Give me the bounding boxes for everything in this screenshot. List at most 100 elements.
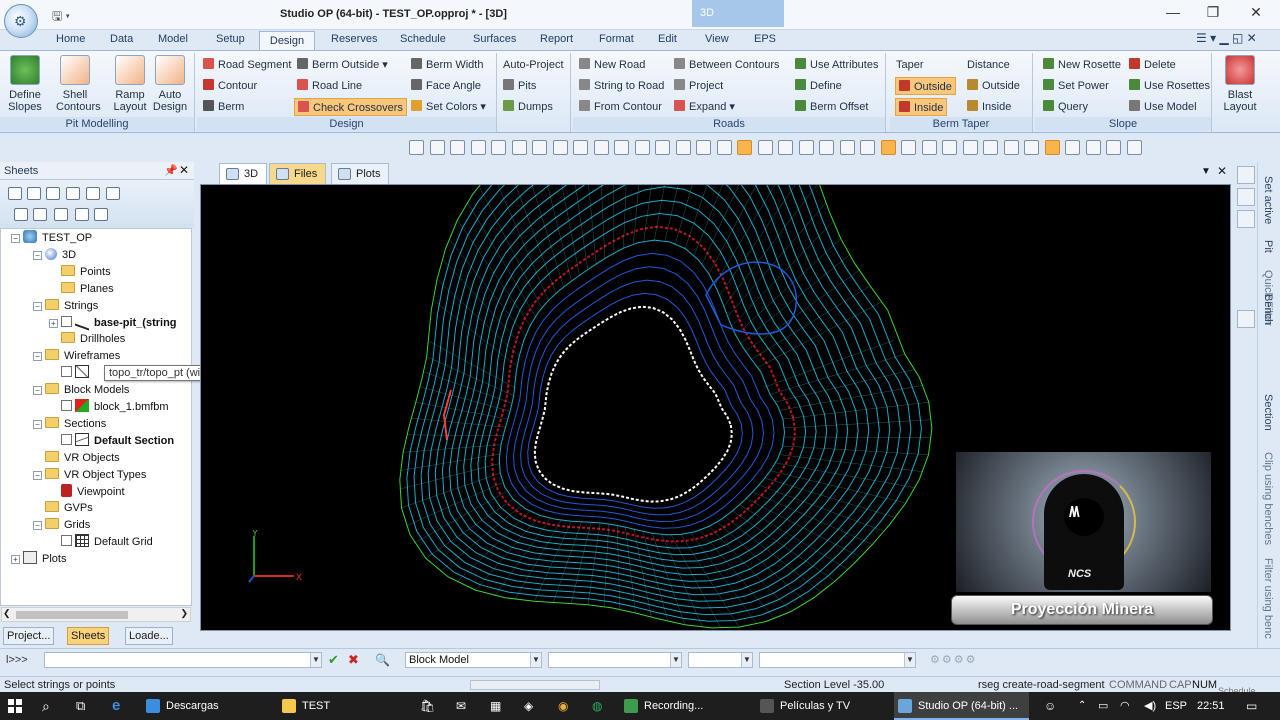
dropdown-icon[interactable]: ▼ (310, 653, 321, 667)
view-tool-icon[interactable] (430, 140, 445, 155)
tab-home[interactable]: Home (56, 33, 85, 45)
tree-node-sections[interactable]: Sections (45, 416, 106, 433)
berm-button[interactable]: Berm (203, 98, 244, 116)
set-active-icon[interactable] (1237, 166, 1255, 184)
project-button[interactable]: Project (674, 77, 723, 95)
tree-node-gvps[interactable]: GVPs (45, 500, 93, 517)
tab-model[interactable]: Model (158, 33, 188, 45)
tree-expander-icon[interactable]: + (11, 555, 20, 565)
tree-expander-icon[interactable]: − (33, 521, 42, 531)
edge-icon[interactable]: e (112, 692, 120, 720)
taskbar-descargas[interactable]: Descargas (142, 692, 272, 720)
distance-outside-button[interactable]: Outside (967, 77, 1020, 95)
view-tool-icon[interactable] (922, 140, 937, 155)
close-document-icon[interactable]: ✕ (1217, 164, 1227, 178)
3d-viewport[interactable]: Y X /\/\ NCS Proyección Minera (200, 184, 1231, 631)
view-tool-icon[interactable] (963, 140, 978, 155)
taskbar-recording[interactable]: Recording... (620, 692, 750, 720)
ramp-layout-button[interactable]: Ramp Layout (111, 55, 149, 113)
tree-node-3d[interactable]: 3D (45, 247, 76, 264)
chrome-icon[interactable]: ◉ (558, 692, 568, 720)
view-tool-icon[interactable] (1045, 140, 1060, 155)
tab-design[interactable]: Design (259, 31, 315, 51)
filter-icon[interactable] (1237, 210, 1255, 228)
view-tool-icon[interactable] (553, 140, 568, 155)
visibility-checkbox[interactable] (61, 315, 72, 327)
context-tab-3d[interactable]: 3D (692, 0, 784, 27)
berm-offset-button[interactable]: Berm Offset (795, 98, 868, 116)
quick-access-toolbar[interactable]: 🖫 ▾ (52, 7, 70, 28)
view-tool-icon[interactable] (1004, 140, 1019, 155)
tree-expander-icon[interactable]: − (33, 419, 42, 429)
mail-icon[interactable]: ✉ (456, 692, 466, 720)
task-view-icon[interactable]: ⧉ (76, 692, 85, 720)
view-tool-icon[interactable] (471, 140, 486, 155)
view-tool-icon[interactable] (573, 140, 588, 155)
taskbar-peliculas[interactable]: Películas y TV (756, 692, 891, 720)
view-tool-icon[interactable] (737, 140, 752, 155)
volume-icon[interactable]: ◀) (1144, 692, 1156, 720)
tree-node-default-grid[interactable]: Default Grid (61, 534, 153, 551)
tab-files[interactable]: Files (269, 163, 327, 184)
filter-select-2[interactable]: ▼ (688, 652, 753, 668)
view-tool-icon[interactable] (799, 140, 814, 155)
sheet-filter-icon[interactable] (54, 208, 68, 221)
sheet-tool-icon[interactable] (8, 187, 22, 200)
string-to-road-button[interactable]: String to Road (579, 77, 664, 95)
tray-chevron-icon[interactable]: ⌃ (1078, 692, 1086, 720)
tree-node-grids[interactable]: Grids (45, 517, 90, 534)
shell-contours-button[interactable]: Shell Contours (56, 55, 101, 113)
distance-inside-button[interactable]: Inside (967, 98, 1011, 116)
clock[interactable]: 22:51 (1197, 692, 1225, 720)
command-input[interactable]: ▼ (44, 652, 322, 668)
sheet-tool-icon[interactable] (46, 187, 60, 200)
tree-node-vr-object-types[interactable]: VR Object Types (45, 467, 146, 484)
sheet-filter-icon[interactable] (14, 208, 28, 221)
pin-icon[interactable]: 📌 (164, 164, 178, 177)
auto-design-button[interactable]: Auto Design (151, 55, 189, 113)
tab-list-dropdown-icon[interactable]: ▼ (1201, 166, 1211, 177)
new-road-button[interactable]: New Road (579, 56, 645, 74)
query-button[interactable]: Query (1043, 98, 1088, 116)
sheet-tool-icon[interactable] (86, 187, 100, 200)
tree-node-plots[interactable]: Plots (23, 551, 66, 568)
taper-inside-button[interactable]: Inside (895, 98, 948, 116)
delete-button[interactable]: Delete (1129, 56, 1176, 74)
filter-select-1[interactable]: ▼ (548, 652, 682, 668)
filter-select-3[interactable]: ▼ (759, 652, 916, 668)
tree-node-default-section[interactable]: Default Section (61, 432, 174, 450)
network-icon[interactable]: ▭ (1098, 692, 1108, 720)
filter-using-benches-tab[interactable]: Filter using benc (1262, 558, 1274, 639)
edit-icon[interactable] (1237, 188, 1255, 206)
use-attributes-button[interactable]: Use Attributes (795, 56, 878, 74)
tree-expander-icon[interactable]: − (33, 352, 42, 362)
tree-node-root[interactable]: TEST_OP (23, 230, 92, 247)
view-tool-icon[interactable] (778, 140, 793, 155)
dropdown-icon[interactable]: ▼ (530, 653, 541, 667)
berm-width-button[interactable]: Berm Width (411, 56, 483, 74)
view-tool-icon[interactable] (696, 140, 711, 155)
set-active-tab[interactable]: Set active (1262, 176, 1274, 224)
view-tool-icon[interactable] (1127, 140, 1142, 155)
tree-node-vr-objects[interactable]: VR Objects (45, 450, 120, 467)
tree-node-drillholes[interactable]: Drillholes (61, 331, 125, 348)
view-tool-icon[interactable] (1106, 140, 1121, 155)
tree-expander-icon[interactable]: − (33, 386, 42, 396)
tree-node-wireframe-topo[interactable] (61, 365, 94, 382)
view-tool-icon[interactable] (840, 140, 855, 155)
sheet-filter-icon[interactable] (33, 208, 47, 221)
tree-expander-icon[interactable]: − (33, 470, 42, 480)
tree-node-points[interactable]: Points (61, 264, 111, 281)
visibility-checkbox[interactable] (61, 535, 72, 547)
dropdown-icon[interactable]: ▼ (904, 653, 915, 667)
view-tool-icon[interactable] (594, 140, 609, 155)
tab-schedule[interactable]: Schedule (400, 33, 446, 45)
set-colors-button[interactable]: Set Colors ▾ (411, 98, 486, 116)
scrollbar-thumb[interactable] (16, 611, 128, 619)
sheet-filter-icon[interactable] (94, 208, 108, 221)
view-tool-icon[interactable] (450, 140, 465, 155)
tab-view[interactable]: View (705, 33, 729, 45)
tab-format[interactable]: Format (599, 33, 634, 45)
view-tool-icon[interactable] (532, 140, 547, 155)
visibility-checkbox[interactable] (61, 366, 72, 378)
